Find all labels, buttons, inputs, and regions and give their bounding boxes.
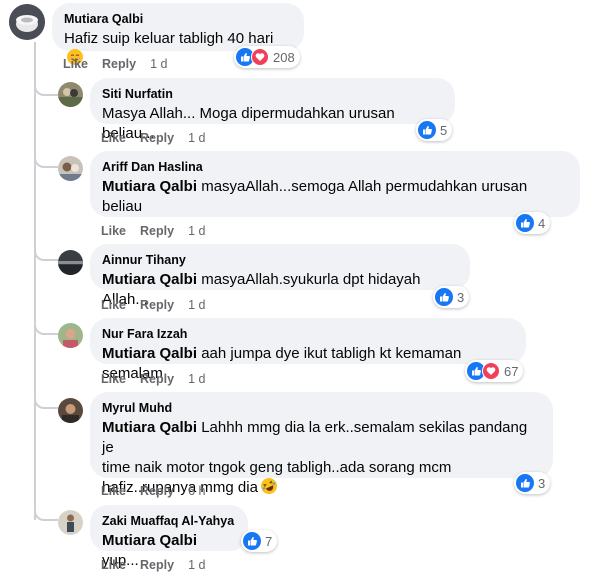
thread-line	[34, 42, 36, 520]
reaction-count: 208	[273, 49, 295, 65]
like-link[interactable]: Like	[101, 298, 126, 312]
reaction-summary[interactable]: 3	[433, 286, 470, 308]
like-reaction-icon	[243, 532, 261, 550]
comment-bubble: Mutiara Qalbi Hafiz suip keluar tabligh …	[52, 3, 304, 65]
reaction-summary[interactable]: 3	[514, 472, 551, 494]
comment-author[interactable]: Ariff Dan Haslina	[102, 159, 568, 175]
like-link[interactable]: Like	[101, 131, 126, 145]
avatar[interactable]	[58, 250, 83, 275]
mention-link[interactable]: Mutiara Qalbi	[102, 532, 197, 549]
mention-link[interactable]: Mutiara Qalbi	[102, 419, 197, 436]
avatar[interactable]	[9, 4, 45, 40]
reaction-count: 5	[440, 122, 448, 138]
comment-bubble: Zaki Muaffaq Al-Yahya Mutiara Qalbi yup.…	[90, 505, 248, 569]
rofl-face-icon	[258, 475, 280, 497]
timestamp[interactable]: 1 d	[188, 558, 205, 572]
comment-actions: Like Reply 1 d	[101, 224, 205, 238]
reply-link[interactable]: Reply	[102, 57, 136, 71]
reaction-count: 3	[457, 289, 465, 305]
like-reaction-icon	[516, 214, 534, 232]
thread-connector	[34, 391, 58, 409]
like-reaction-icon	[435, 288, 453, 306]
mention-link[interactable]: Mutiara Qalbi	[102, 345, 197, 362]
reply-link[interactable]: Reply	[140, 484, 174, 498]
love-reaction-icon	[251, 48, 269, 66]
reaction-count: 67	[504, 363, 519, 379]
like-reaction-icon	[418, 121, 436, 139]
comment-bubble: Ainnur Tihany Mutiara Qalbi masyaAllah.s…	[90, 244, 470, 308]
thread-connector	[34, 150, 58, 168]
like-reaction-icon	[516, 474, 534, 492]
mention-link[interactable]: Mutiara Qalbi	[102, 271, 197, 288]
reaction-summary[interactable]: 5	[416, 119, 453, 141]
comment-actions: Like Reply 1 d	[101, 298, 205, 312]
comment-bubble: Myrul Muhd Mutiara Qalbi Lahhh mmg dia l…	[90, 392, 553, 497]
love-reaction-icon	[482, 362, 500, 380]
comment-author[interactable]: Nur Fara Izzah	[102, 326, 514, 342]
reaction-count: 4	[538, 215, 546, 231]
timestamp[interactable]: 1 d	[150, 57, 167, 71]
like-link[interactable]: Like	[101, 372, 126, 386]
comment-bubble: Ariff Dan Haslina Mutiara Qalbi masyaAll…	[90, 151, 580, 217]
thread-connector	[34, 317, 58, 335]
comment-actions: Like Reply 1 d	[101, 131, 205, 145]
avatar[interactable]	[58, 82, 83, 107]
thread-connector	[34, 78, 58, 96]
reaction-summary[interactable]: 4	[514, 212, 551, 234]
timestamp[interactable]: 1 d	[188, 298, 205, 312]
avatar[interactable]	[58, 323, 83, 348]
reply-link[interactable]: Reply	[140, 131, 174, 145]
avatar[interactable]	[58, 510, 83, 535]
comment-actions: Like Reply 6 h	[101, 484, 205, 498]
comment-author[interactable]: Myrul Muhd	[102, 400, 541, 416]
avatar[interactable]	[58, 156, 83, 181]
reaction-summary[interactable]: 7	[241, 530, 278, 552]
timestamp[interactable]: 6 h	[188, 484, 205, 498]
reaction-summary[interactable]: 208	[234, 46, 300, 68]
reply-link[interactable]: Reply	[140, 558, 174, 572]
reply-link[interactable]: Reply	[140, 298, 174, 312]
comment-author[interactable]: Ainnur Tihany	[102, 252, 458, 268]
reply-link[interactable]: Reply	[140, 372, 174, 386]
comment-actions: Like Reply 1 d	[101, 372, 205, 386]
avatar[interactable]	[58, 398, 83, 423]
reply-link[interactable]: Reply	[140, 224, 174, 238]
comment-bubble: Nur Fara Izzah Mutiara Qalbi aah jumpa d…	[90, 318, 526, 382]
mention-link[interactable]: Mutiara Qalbi	[102, 178, 197, 195]
comment-bubble: Siti Nurfatin Masya Allah... Moga diperm…	[90, 78, 455, 142]
thread-connector	[34, 243, 58, 261]
like-link[interactable]: Like	[101, 484, 126, 498]
timestamp[interactable]: 1 d	[188, 372, 205, 386]
timestamp[interactable]: 1 d	[188, 224, 205, 238]
thread-connector	[34, 503, 58, 521]
comment-author[interactable]: Zaki Muaffaq Al-Yahya	[102, 513, 236, 529]
like-link[interactable]: Like	[101, 224, 126, 238]
like-link[interactable]: Like	[63, 57, 88, 71]
reaction-count: 7	[265, 533, 273, 549]
reaction-summary[interactable]: 67	[465, 360, 524, 382]
comment-text: Mutiara Qalbi masyaAllah...semoga Allah …	[102, 178, 528, 215]
comment-author[interactable]: Siti Nurfatin	[102, 86, 443, 102]
comment-author[interactable]: Mutiara Qalbi	[64, 11, 292, 27]
reaction-count: 3	[538, 475, 546, 491]
like-link[interactable]: Like	[101, 558, 126, 572]
comment-actions: Like Reply 1 d	[63, 57, 167, 71]
timestamp[interactable]: 1 d	[188, 131, 205, 145]
comment-actions: Like Reply 1 d	[101, 558, 205, 572]
